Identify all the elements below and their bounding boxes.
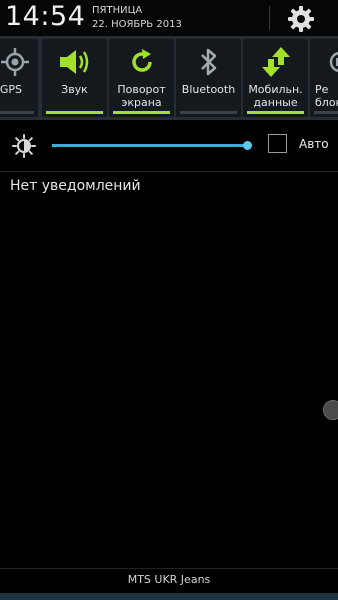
auto-brightness-checkbox[interactable]: [268, 134, 287, 153]
divider: [0, 568, 338, 569]
toggle-label: Поворот экрана: [117, 83, 166, 109]
toggle-indicator: [46, 111, 103, 114]
bluetooth-icon: [176, 45, 241, 79]
toggle-indicator: [0, 111, 34, 114]
toggle-mobile-data[interactable]: Мобильн. данные: [243, 39, 308, 117]
toggle-screen-rotation[interactable]: Поворот экрана: [109, 39, 174, 117]
toggle-label: Звук: [61, 83, 88, 96]
toggle-bluetooth[interactable]: Bluetooth: [176, 39, 241, 117]
toggle-gps[interactable]: GPS: [0, 39, 38, 117]
toggle-label: Bluetooth: [181, 83, 236, 96]
toggle-indicator: [247, 111, 304, 114]
auto-brightness-label: Авто: [299, 137, 329, 151]
rotate-icon: [109, 45, 174, 79]
status-header: 14:54 ПЯТНИЦА 22. НОЯБРЬ 2013: [0, 0, 338, 36]
toggle-indicator: [314, 111, 338, 114]
gps-icon: [0, 45, 38, 79]
weekday: ПЯТНИЦА: [92, 5, 143, 16]
empty-notifications-text: Нет уведомлений: [10, 178, 141, 194]
brightness-row: Авто: [0, 120, 338, 172]
carrier-name: MTS UKR Jeans: [127, 573, 211, 586]
toggle-label: Мобильн. данные: [248, 83, 303, 109]
toggle-reading-mode[interactable]: Ре блок: [310, 39, 338, 117]
header-divider: [269, 6, 270, 30]
toggle-label: Ре блок: [315, 83, 338, 109]
reading-mode-icon: [310, 45, 338, 79]
panel-pull-bar[interactable]: [0, 593, 338, 600]
date: 22. НОЯБРЬ 2013: [92, 19, 182, 30]
toggle-sound[interactable]: Звук: [42, 39, 107, 117]
slider-thumb[interactable]: [243, 141, 252, 150]
drag-handle[interactable]: [323, 400, 338, 420]
divider: [0, 171, 338, 172]
mobile-data-icon: [243, 45, 308, 79]
slider-fill: [52, 144, 248, 147]
quick-settings-panel: GPS Звук Поворот экрана Bluetooth Мобиль…: [0, 36, 338, 120]
speaker-icon: [42, 45, 107, 79]
clock: 14:54: [5, 1, 86, 32]
settings-button[interactable]: [286, 4, 316, 34]
brightness-icon: [12, 134, 36, 158]
toggle-indicator: [180, 111, 237, 114]
toggle-label: GPS: [0, 83, 22, 96]
toggle-indicator: [113, 111, 170, 114]
brightness-slider[interactable]: [52, 141, 252, 150]
gear-icon: [288, 6, 314, 32]
